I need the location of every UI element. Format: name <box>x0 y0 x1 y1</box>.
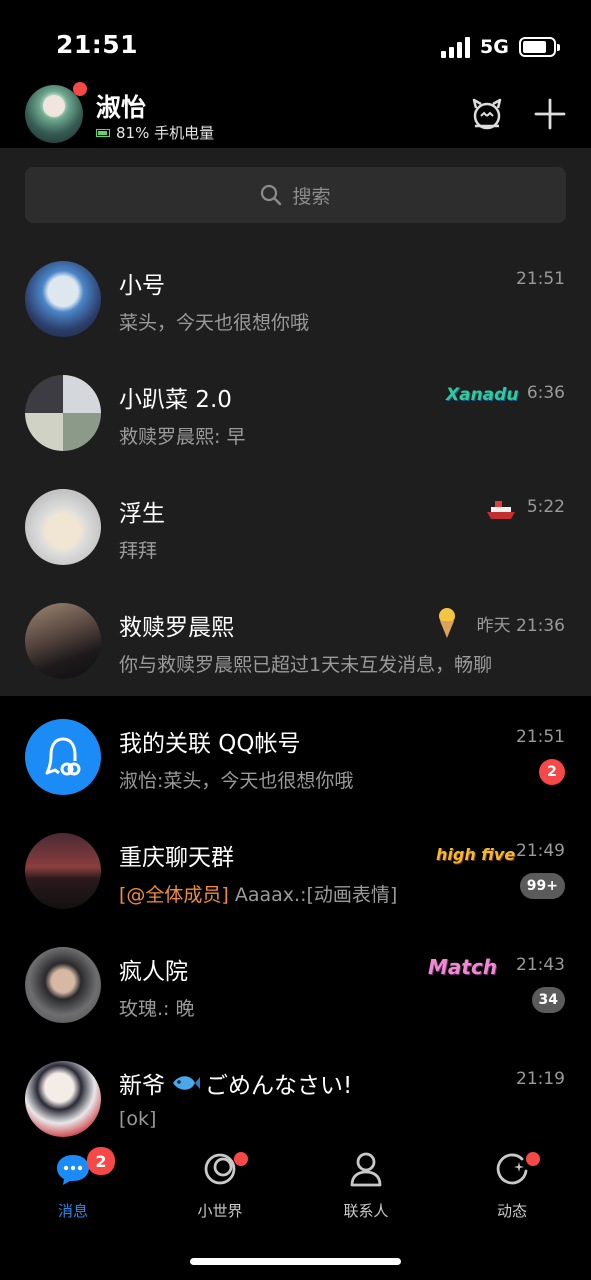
chat-preview: 救赎罗晨熙: 早 <box>119 426 246 448</box>
chat-avatar <box>25 719 101 795</box>
pet-face-icon[interactable] <box>469 96 505 132</box>
chat-avatar <box>25 833 101 909</box>
tab-label: 消息 <box>57 1202 88 1220</box>
search-placeholder: 搜索 <box>292 185 331 208</box>
tab-notification-dot <box>234 1152 248 1166</box>
network-type: 5G <box>480 36 509 58</box>
chat-title: 我的关联 QQ帐号 <box>119 731 301 757</box>
chat-time: 21:49 <box>516 841 565 861</box>
top-header: 淑怡 81% 手机电量 <box>0 80 591 148</box>
chat-title: 浮生 <box>119 501 165 527</box>
linked-account-icon <box>45 737 81 776</box>
chat-avatar <box>25 947 101 1023</box>
chat-row-fengrenyuan[interactable]: 疯人院 玫瑰.: 晚 Match 21:43 34 <box>0 924 591 1038</box>
xanadu-tag: Xanadu <box>446 385 519 405</box>
match-tag: Match <box>428 955 498 979</box>
chat-avatar <box>25 375 101 451</box>
chat-avatar <box>25 1061 101 1137</box>
tab-label: 动态 <box>496 1202 527 1220</box>
unread-badge: 99+ <box>519 873 565 899</box>
unread-badge: 2 <box>539 759 565 785</box>
chat-time: 21:51 <box>516 727 565 747</box>
chat-time: 6:36 <box>526 383 565 403</box>
chat-avatar <box>25 489 101 565</box>
unread-badge: 34 <box>531 987 565 1013</box>
fish-icon <box>173 1076 200 1090</box>
ice-cream-icon <box>439 608 455 638</box>
chat-preview: 你与救赎罗晨熙已超过1天未互发消息，畅聊 <box>119 654 493 676</box>
chat-time: 5:22 <box>526 497 565 517</box>
battery-icon <box>519 37 560 57</box>
signal-icon <box>441 36 471 58</box>
chat-preview: 玫瑰.: 晚 <box>119 998 195 1020</box>
chat-preview: [@全体成员] Aaaax.:[动画表情] <box>119 880 397 907</box>
chat-title: 救赎罗晨熙 <box>119 615 234 641</box>
chat-time: 21:51 <box>516 269 565 289</box>
avatar-notification-dot <box>73 82 87 96</box>
chat-row-jiushu[interactable]: 救赎罗晨熙 你与救赎罗晨熙已超过1天未互发消息，畅聊 昨天 21:36 <box>0 580 591 694</box>
tab-messages[interactable]: 2 消息 <box>23 1147 123 1221</box>
chat-avatar <box>25 603 101 679</box>
tab-moments[interactable]: 动态 <box>462 1149 562 1221</box>
chat-title: 小号 <box>119 273 165 299</box>
tab-contacts[interactable]: 联系人 <box>316 1149 416 1221</box>
search-icon <box>261 184 282 206</box>
chat-row-chongqing-group[interactable]: 重庆聊天群 [@全体成员] Aaaax.:[动画表情] high five 21… <box>0 810 591 924</box>
chat-time: 21:19 <box>516 1069 565 1089</box>
search-input[interactable]: 搜索 <box>25 167 566 223</box>
phone-battery-text: 81% 手机电量 <box>116 124 215 142</box>
phone-battery-icon <box>96 128 110 137</box>
chat-preview: [ok] <box>119 1108 157 1130</box>
chat-title: 重庆聊天群 <box>119 845 234 871</box>
chat-list: 我的关联 QQ帐号 淑怡:菜头，今天也很想你哦 21:51 2 重庆聊天群 [@… <box>0 696 591 1141</box>
tab-unread-badge: 2 <box>87 1147 115 1175</box>
chat-preview: 菜头，今天也很想你哦 <box>119 312 310 334</box>
search-area: 搜索 <box>0 148 591 238</box>
chat-row-xinye[interactable]: 新爷 ごめんなさい! [ok] 21:19 <box>0 1038 591 1152</box>
chat-row-xiaohao[interactable]: 小号 菜头，今天也很想你哦 21:51 <box>0 238 591 352</box>
contact-person-icon <box>346 1149 386 1189</box>
status-bar: 21:51 5G <box>0 0 591 90</box>
chat-time: 昨天 21:36 <box>476 616 565 636</box>
phone-battery-status: 81% 手机电量 <box>96 122 214 143</box>
chat-title-part1: 新爷 <box>119 1073 165 1099</box>
pinned-chat-list: 小号 菜头，今天也很想你哦 21:51 小趴菜 2.0 救赎罗晨熙: 早 Xan… <box>0 238 591 696</box>
chat-preview: 拜拜 <box>119 540 158 562</box>
chat-avatar <box>25 261 101 337</box>
home-indicator[interactable] <box>190 1258 401 1265</box>
tab-label: 小世界 <box>197 1202 243 1220</box>
high-five-tag: high five <box>436 845 516 864</box>
chat-title-part2: ごめんなさい! <box>205 1073 353 1099</box>
chat-title: 小趴菜 2.0 <box>119 387 232 413</box>
my-name: 淑怡 <box>96 93 147 122</box>
chat-preview: 淑怡:菜头，今天也很想你哦 <box>119 770 354 792</box>
chat-time: 21:43 <box>516 955 565 975</box>
tab-label: 联系人 <box>343 1202 389 1220</box>
chat-title: 新爷 ごめんなさい! <box>119 1066 352 1100</box>
chat-preview-text: Aaaax.:[动画表情] <box>228 884 398 906</box>
mention-all-tag: [@全体成员] <box>119 884 229 906</box>
chat-row-fusheng[interactable]: 浮生 拜拜 5:22 <box>0 466 591 580</box>
chat-row-xiaopacai[interactable]: 小趴菜 2.0 救赎罗晨熙: 早 Xanadu 6:36 <box>0 352 591 466</box>
chat-row-linked-qq[interactable]: 我的关联 QQ帐号 淑怡:菜头，今天也很想你哦 21:51 2 <box>0 696 591 810</box>
tab-notification-dot <box>526 1152 540 1166</box>
tab-small-world[interactable]: 小世界 <box>170 1149 270 1221</box>
chat-title: 疯人院 <box>119 959 188 985</box>
status-time: 21:51 <box>56 30 139 59</box>
boat-icon <box>487 501 515 519</box>
add-icon[interactable] <box>532 96 568 132</box>
